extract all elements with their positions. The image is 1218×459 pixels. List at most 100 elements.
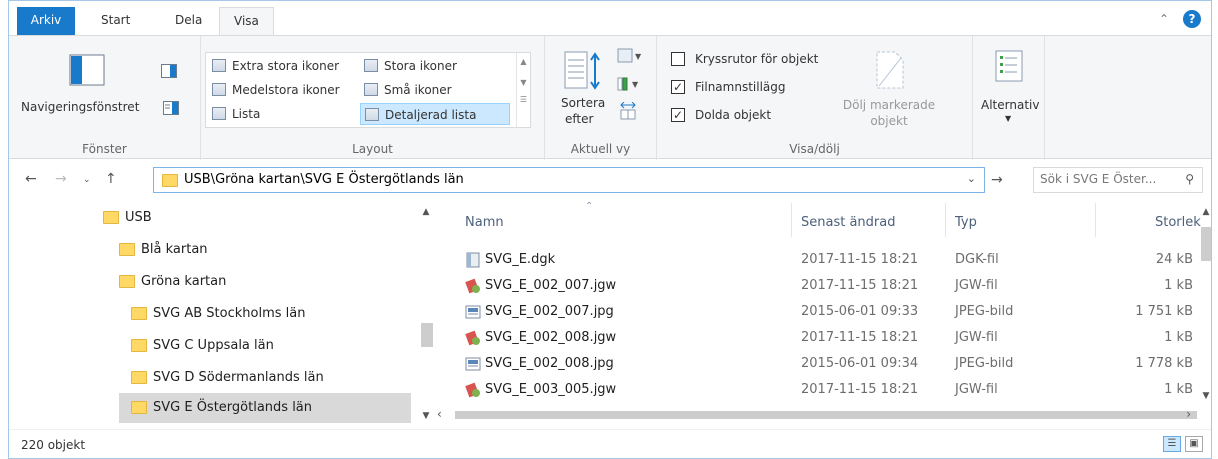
column-divider[interactable]: [945, 203, 946, 237]
file-list-scrollbar[interactable]: ▲ ▼: [1199, 203, 1211, 407]
file-row[interactable]: SVG_E_002_007.jpg 2015-06-01 09:33 JPEG-bi…: [435, 299, 1205, 325]
tree-item-svg-d[interactable]: SVG D Södermanlands län: [131, 363, 403, 393]
file-date: 2015-06-01 09:34: [801, 356, 919, 371]
scroll-up-icon[interactable]: ▲: [1199, 207, 1211, 217]
file-row[interactable]: SVG_E_003_005.jgw 2017-11-15 18:21 JGW-fil…: [435, 377, 1205, 403]
up-icon[interactable]: ↑: [105, 171, 117, 187]
file-list-hscrollbar[interactable]: ‹ ›: [435, 405, 1205, 425]
medium-icons-icon: [212, 83, 226, 96]
tree-item-svg-c[interactable]: SVG C Uppsala län: [131, 331, 403, 361]
hide-selected-icon[interactable]: [875, 50, 905, 90]
status-bar: 220 objekt ☰ ▣: [9, 429, 1211, 458]
scroll-down-icon[interactable]: ▼: [1199, 391, 1211, 401]
nav-pane-label[interactable]: Navigeringsfönstret: [21, 100, 139, 114]
tab-start[interactable]: Start: [87, 7, 144, 35]
column-header-name[interactable]: Namn: [465, 215, 504, 230]
scroll-down-icon[interactable]: ▼: [517, 78, 530, 87]
nav-pane-scrollbar[interactable]: ▲ ▼: [419, 203, 433, 425]
forward-icon[interactable]: →: [55, 171, 67, 187]
checkbox-hidden-items[interactable]: ✓ Dolda objekt: [671, 106, 771, 124]
checkbox-checked[interactable]: ✓: [671, 80, 685, 94]
hide-selected-label-2[interactable]: objekt: [839, 114, 939, 128]
tab-arkiv[interactable]: Arkiv: [17, 7, 75, 35]
layout-large-icons[interactable]: Stora ikoner: [360, 55, 457, 77]
column-header-date[interactable]: Senast ändrad: [801, 215, 895, 230]
scroll-thumb[interactable]: [421, 323, 433, 347]
options-label[interactable]: Alternativ: [981, 98, 1039, 112]
column-divider[interactable]: [791, 203, 792, 237]
navigation-pane-icon[interactable]: [69, 54, 105, 86]
tree-item-grona-kartan[interactable]: Gröna kartan: [119, 267, 403, 297]
preview-pane-icon[interactable]: [161, 64, 177, 78]
scroll-thumb[interactable]: [455, 411, 1197, 419]
large-icons-view-icon[interactable]: ▣: [1185, 436, 1203, 452]
address-bar[interactable]: USB\Gröna kartan\SVG E Östergötlands län…: [153, 167, 985, 193]
layout-item-label: Lista: [232, 107, 261, 121]
scroll-down-icon[interactable]: ▼: [419, 411, 433, 421]
checkbox-item-checkboxes[interactable]: Kryssrutor för objekt: [671, 50, 818, 68]
scroll-up-icon[interactable]: ▲: [517, 57, 530, 66]
column-header-type[interactable]: Typ: [955, 215, 977, 230]
file-row[interactable]: SVG_E_002_007.jgw 2017-11-15 18:21 JGW-fil…: [435, 273, 1205, 299]
scroll-left-icon[interactable]: ‹: [437, 407, 442, 421]
sort-label-2[interactable]: efter: [565, 112, 593, 126]
layout-gallery-scroll[interactable]: ▲ ▼ ☰: [516, 53, 530, 127]
navigation-pane: USB Blå kartan Gröna kartan SVG AB Stock…: [9, 203, 433, 425]
layout-list[interactable]: Lista: [208, 103, 260, 125]
back-icon[interactable]: ←: [25, 171, 37, 187]
address-dropdown-icon[interactable]: ⌄: [967, 172, 976, 185]
folder-icon: [131, 371, 147, 384]
layout-item-label: Extra stora ikoner: [232, 59, 340, 73]
checkbox-unchecked[interactable]: [671, 52, 685, 66]
address-path[interactable]: USB\Gröna kartan\SVG E Östergötlands län: [184, 172, 464, 187]
tree-item-label: Blå kartan: [141, 242, 208, 257]
file-date: 2015-06-01 09:33: [801, 304, 919, 319]
tab-dela[interactable]: Dela: [161, 7, 216, 35]
details-view-icon[interactable]: ☰: [1163, 436, 1181, 452]
tree-item-svg-ab[interactable]: SVG AB Stockholms län: [131, 299, 403, 329]
tree-item-svg-e[interactable]: SVG E Östergötlands län: [119, 393, 411, 423]
file-type: JGW-fil: [955, 382, 998, 397]
file-row[interactable]: SVG_E_002_008.jpg 2015-06-01 09:34 JPEG-bi…: [435, 351, 1205, 377]
tree-item-bla-kartan[interactable]: Blå kartan: [119, 235, 403, 265]
column-header-size[interactable]: Storlek: [1155, 215, 1201, 230]
expand-gallery-icon[interactable]: ☰: [517, 95, 530, 104]
hide-selected-label-1[interactable]: Dölj markerade: [839, 98, 939, 112]
checkbox-label: Filnamnstillägg: [695, 80, 786, 94]
details-pane-icon[interactable]: [163, 101, 179, 115]
layout-medium-icons[interactable]: Medelstora ikoner: [208, 79, 340, 101]
scroll-up-icon[interactable]: ▲: [419, 207, 433, 217]
layout-details[interactable]: Detaljerad lista: [360, 103, 510, 125]
options-icon[interactable]: [995, 50, 1023, 82]
checkbox-checked[interactable]: ✓: [671, 108, 685, 122]
ribbon: Navigeringsfönstret Fönster Layout Extra…: [9, 35, 1211, 160]
search-icon[interactable]: ⚲: [1185, 172, 1194, 186]
group-by-icon[interactable]: ▼: [617, 48, 643, 64]
jgw-file-icon: [465, 278, 480, 294]
recent-locations-icon[interactable]: ⌄: [83, 175, 91, 185]
sort-by-icon[interactable]: [563, 50, 603, 92]
column-divider[interactable]: [1095, 203, 1096, 237]
file-date: 2017-11-15 18:21: [801, 330, 919, 345]
group-label-visa-dolj: Visa/dölj: [789, 142, 840, 156]
group-visa-dolj: Kryssrutor för objekt ✓ Filnamnstillägg ✓…: [657, 36, 973, 160]
scroll-right-icon[interactable]: ›: [1186, 407, 1191, 421]
tree-item-usb[interactable]: USB: [103, 203, 403, 233]
add-columns-icon[interactable]: ▼: [617, 76, 643, 92]
checkbox-file-extensions[interactable]: ✓ Filnamnstillägg: [671, 78, 786, 96]
scroll-thumb[interactable]: [1201, 227, 1211, 261]
refresh-icon[interactable]: →: [991, 172, 1003, 188]
layout-item-label: Detaljerad lista: [385, 108, 477, 122]
layout-extra-large-icons[interactable]: Extra stora ikoner: [208, 55, 339, 77]
file-row[interactable]: SVG_E.dgk 2017-11-15 18:21 DGK-fil 24 kB: [435, 247, 1205, 273]
folder-icon: [162, 174, 178, 187]
file-row[interactable]: SVG_E_002_008.jgw 2017-11-15 18:21 JGW-fil…: [435, 325, 1205, 351]
size-columns-icon[interactable]: [619, 102, 637, 120]
search-input[interactable]: Sök i SVG E Öster... ⚲: [1033, 167, 1203, 193]
help-icon[interactable]: ?: [1183, 10, 1201, 28]
options-dropdown-icon[interactable]: ▼: [1005, 114, 1011, 123]
collapse-ribbon-icon[interactable]: ⌃: [1159, 12, 1169, 26]
sort-label-1[interactable]: Sortera: [561, 96, 605, 110]
tab-visa[interactable]: Visa: [219, 7, 274, 36]
layout-small-icons[interactable]: Små ikoner: [360, 79, 452, 101]
